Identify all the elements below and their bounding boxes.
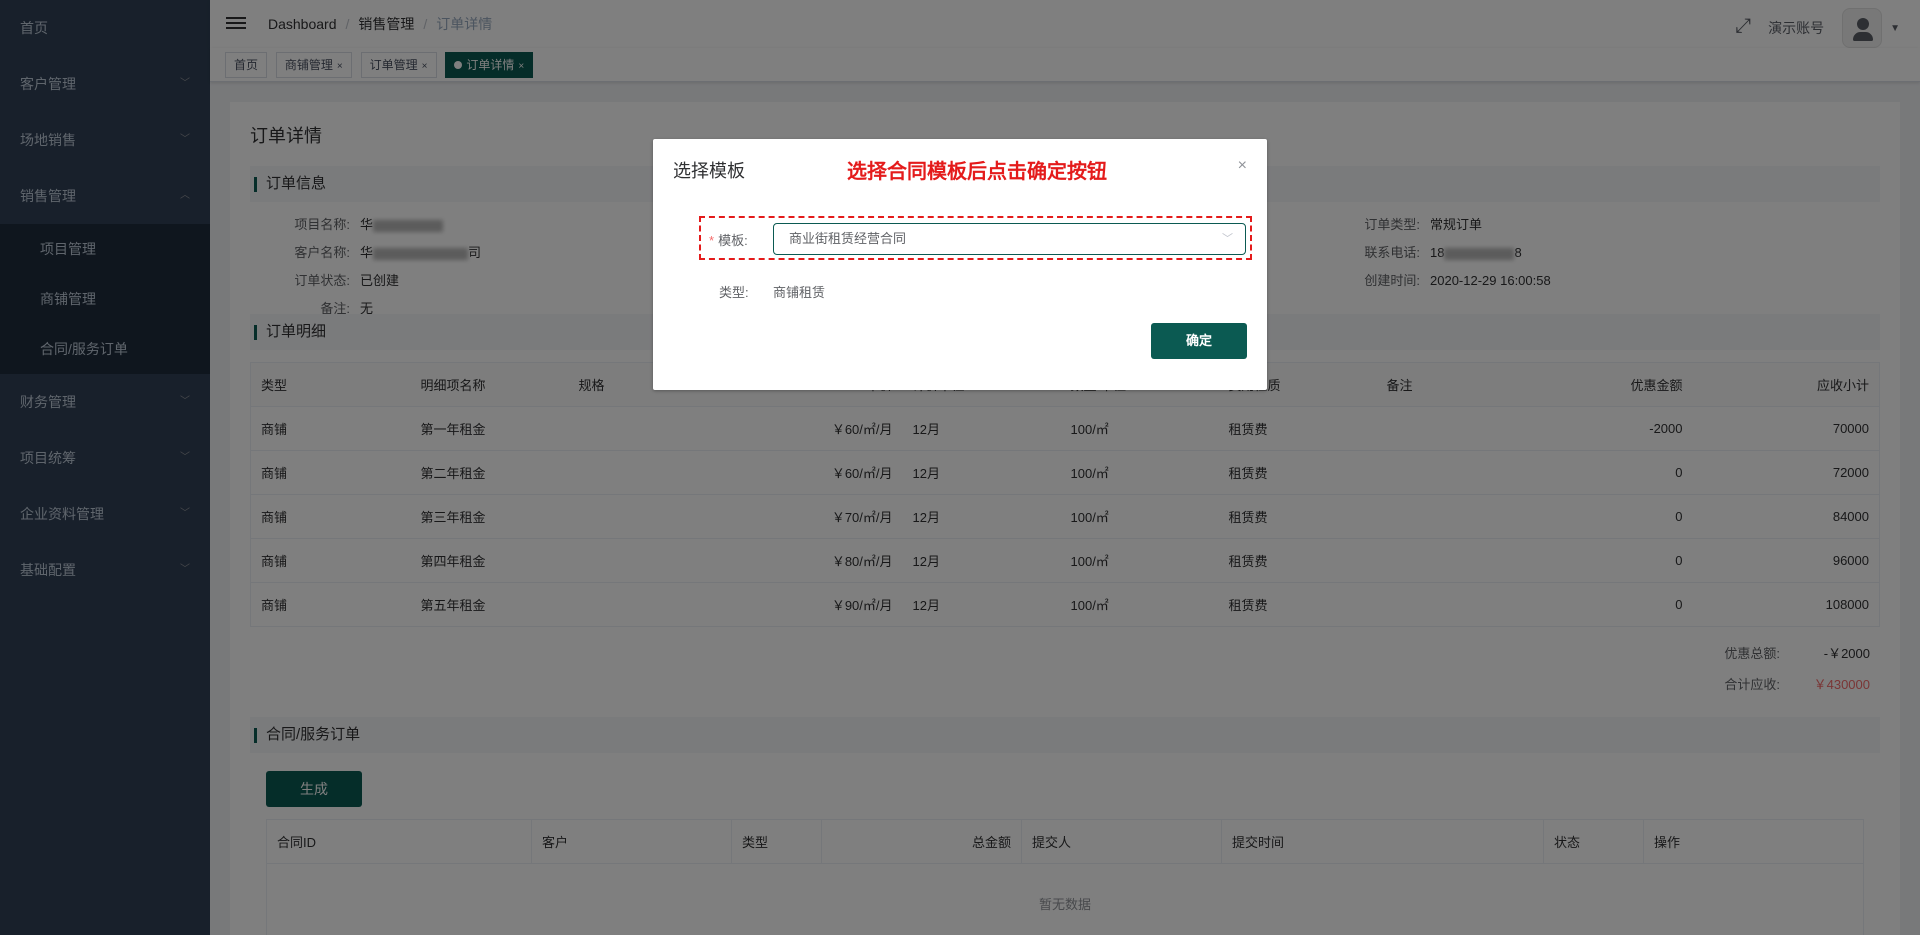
confirm-button[interactable]: 确定 (1151, 323, 1247, 359)
template-select[interactable]: 商业街租赁经营合同 ﹀ (773, 223, 1246, 255)
type-value: 商铺租赁 (773, 285, 826, 300)
type-label: 类型: (719, 285, 749, 300)
close-icon[interactable]: × (1238, 157, 1247, 175)
template-select-value: 商业街租赁经营合同 (789, 231, 907, 246)
select-template-dialog: 选择模板 选择合同模板后点击确定按钮 × * 模板: 商业街租赁经营合同 ﹀ 类型… (653, 139, 1267, 390)
chevron-down-icon: ﹀ (1222, 233, 1233, 245)
dialog-title: 选择模板 (673, 161, 745, 181)
dialog-hint-annotation: 选择合同模板后点击确定按钮 (847, 159, 1107, 183)
template-label: * 模板: (709, 233, 748, 248)
